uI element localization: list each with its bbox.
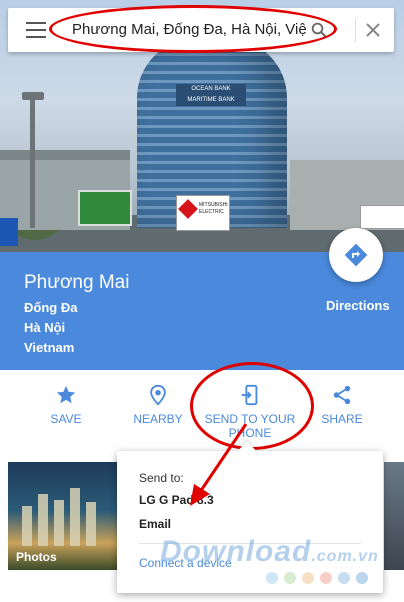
share-button[interactable]: SHARE: [320, 384, 364, 426]
nearby-pin-icon: [150, 384, 166, 406]
device-option[interactable]: LG G Pad 8.3: [139, 493, 214, 507]
directions-icon: [344, 243, 368, 267]
save-label: SAVE: [50, 412, 82, 426]
mitsubishi-sign-right: [360, 205, 404, 229]
thumb-building: [22, 506, 32, 546]
send-to-phone-button[interactable]: SEND TO YOUR PHONE: [200, 384, 300, 440]
address-line-district: Đống Đa: [24, 300, 78, 315]
connect-device-link[interactable]: Connect a device: [139, 556, 232, 570]
popup-divider: [139, 543, 361, 544]
directions-label[interactable]: Directions: [326, 298, 390, 313]
send-label-line1: SEND TO YOUR: [204, 412, 296, 426]
send-label-line2: PHONE: [228, 426, 272, 440]
thumb-building: [38, 494, 48, 546]
street-light-pole: [30, 98, 35, 228]
popup-caret: [238, 441, 256, 459]
search-input[interactable]: Phương Mai, Đống Đa, Hà Nội, Việt Nam: [72, 20, 306, 40]
send-to-popup: Send to: LG G Pad 8.3 Email Connect a de…: [117, 441, 383, 593]
tower-sign: OCEAN BANK MARITIME BANK: [176, 84, 246, 106]
menu-icon[interactable]: [26, 22, 46, 38]
street-light: [22, 92, 44, 100]
share-label: SHARE: [321, 412, 363, 426]
save-button[interactable]: SAVE: [46, 384, 86, 426]
search-bar: Phương Mai, Đống Đa, Hà Nội, Việt Nam: [8, 8, 394, 52]
action-bar: SAVE NEARBY SEND TO YOUR PHONE SHARE: [0, 370, 404, 442]
photos-label: Photos: [16, 550, 57, 564]
thumb-building: [70, 488, 80, 546]
star-icon: [56, 385, 76, 404]
mitsubishi-sign: MITSUBISHI ELECTRIC: [176, 195, 230, 231]
thumb-building: [86, 502, 96, 546]
mitsubishi-sign-text: MITSUBISHI ELECTRIC: [199, 202, 228, 215]
email-option[interactable]: Email: [139, 517, 171, 531]
close-icon[interactable]: [363, 20, 383, 40]
address-line-city: Hà Nội: [24, 320, 66, 335]
directions-button[interactable]: [329, 228, 383, 282]
nearby-button[interactable]: NEARBY: [130, 384, 186, 426]
search-icon[interactable]: [310, 21, 328, 39]
tower-sign-line2: MARITIME BANK: [187, 97, 235, 103]
thumb-building: [54, 500, 64, 546]
green-billboard: [78, 190, 132, 226]
tower-sign-line1: OCEAN BANK: [191, 86, 231, 92]
place-title: Phương Mai: [24, 272, 130, 293]
search-divider: [355, 18, 356, 42]
road-sign: [0, 218, 18, 246]
photo-thumbnail-next[interactable]: [384, 462, 404, 570]
mitsubishi-logo: [178, 199, 198, 219]
nearby-label: NEARBY: [133, 412, 183, 426]
address-line-country: Vietnam: [24, 340, 75, 355]
send-to-device-icon: [241, 384, 258, 406]
share-icon: [333, 385, 351, 405]
send-to-heading: Send to:: [139, 471, 184, 485]
